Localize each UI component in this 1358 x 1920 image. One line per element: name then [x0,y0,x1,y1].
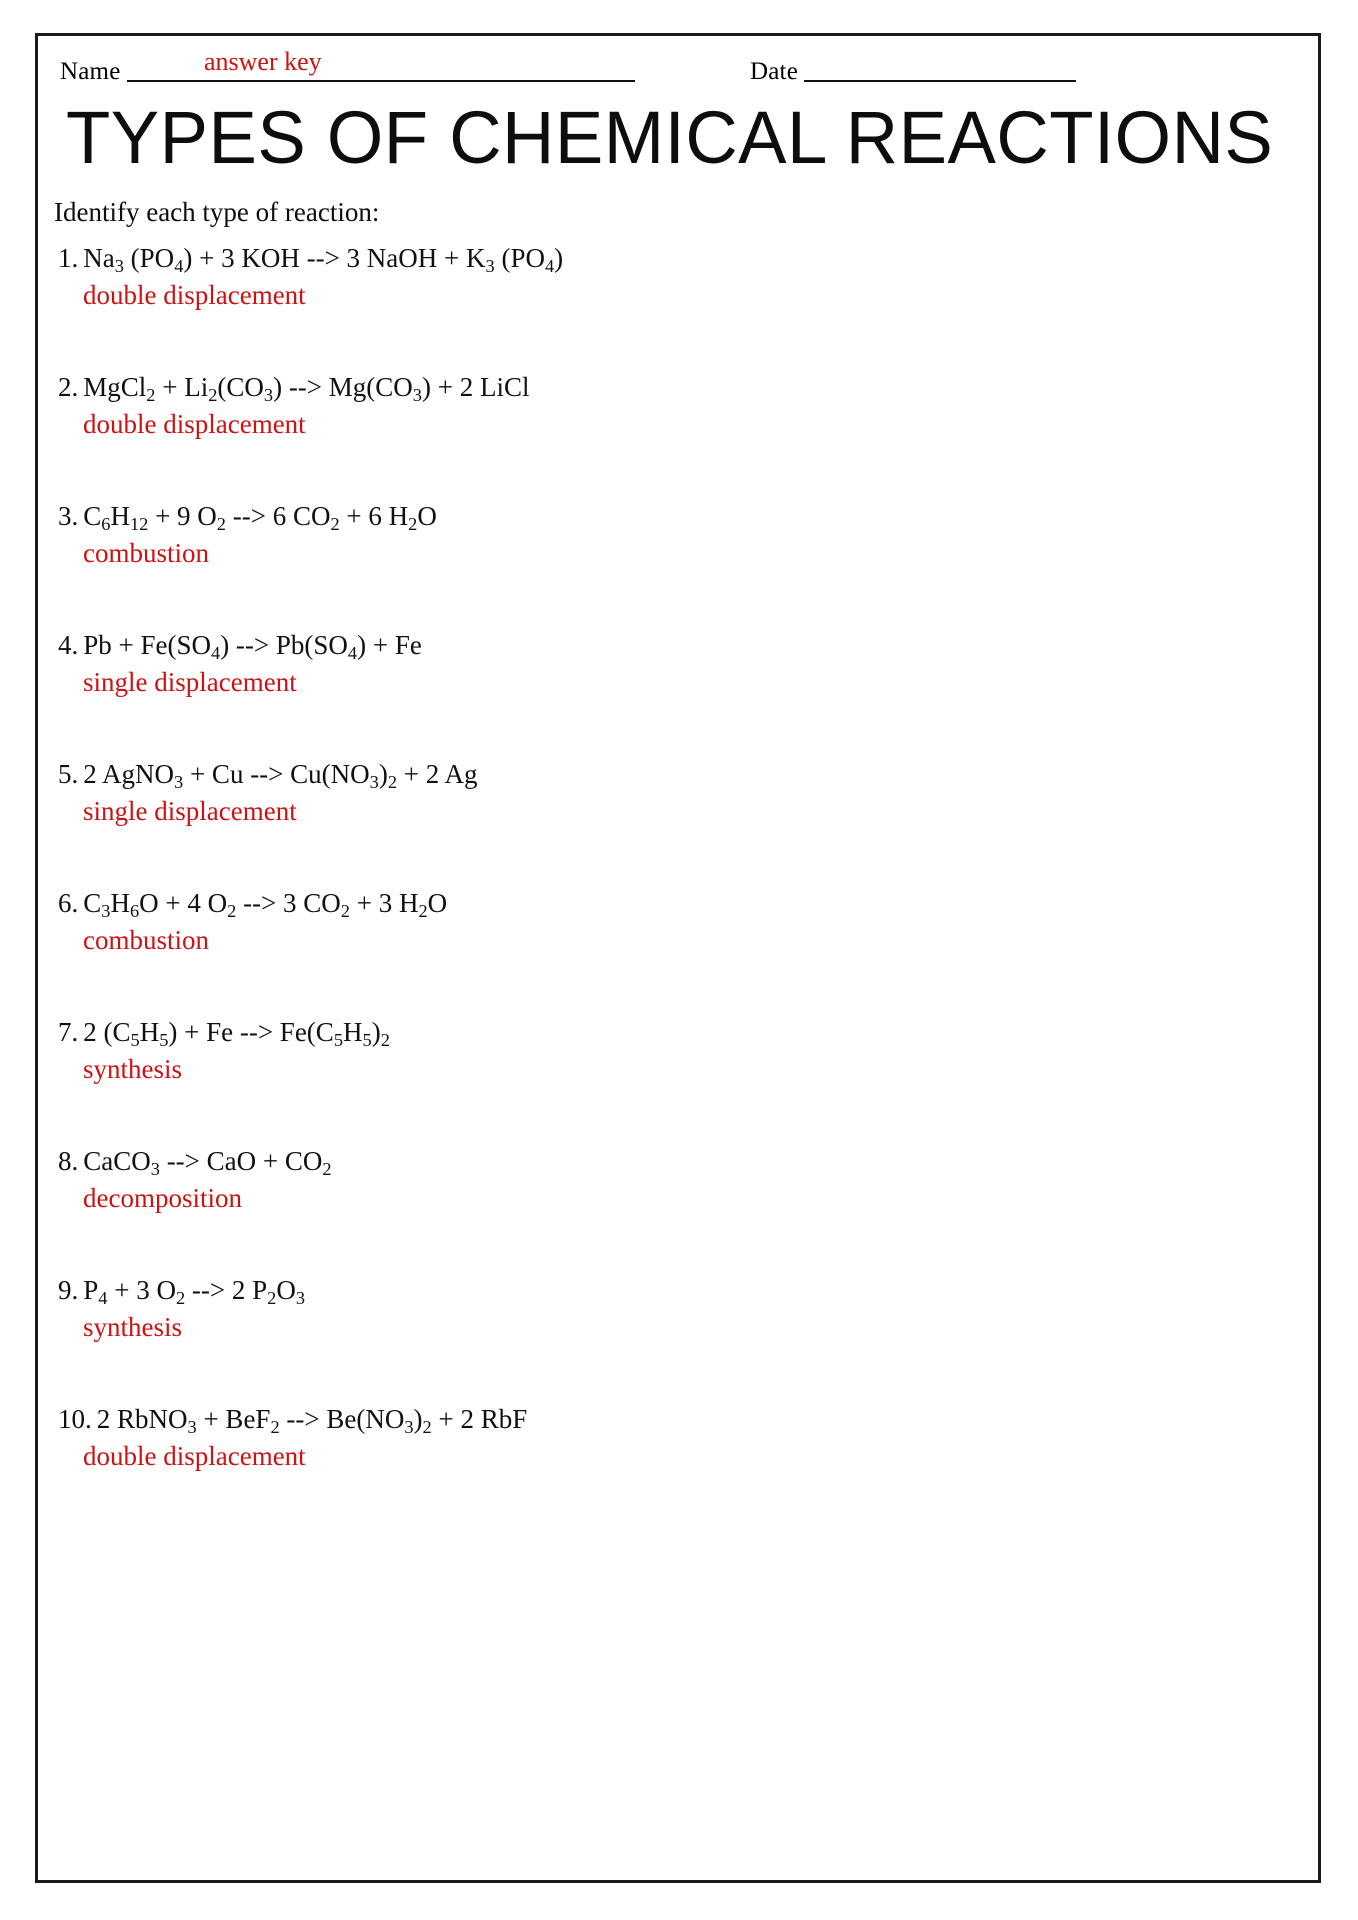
answer-text[interactable]: decomposition [83,1182,242,1214]
date-write-line[interactable] [804,80,1076,82]
page-title: TYPES OF CHEMICAL REACTIONS [66,96,1274,179]
equation-formula: 2 AgNO3 + Cu --> Cu(NO3)2 + 2 Ag [83,759,478,793]
answer-text[interactable]: combustion [83,924,209,956]
problem-number: 1. [58,243,79,273]
name-handwritten-value: answer key [204,47,322,76]
answer-text[interactable]: single displacement [83,666,297,698]
name-label: Name [60,58,121,85]
problem-equation: 2. MgCl2 + Li2(CO3) --> Mg(CO3) + 2 LiCl [58,370,529,404]
answer-text[interactable]: double displacement [83,408,306,440]
problem-number: 10. [58,1404,92,1434]
problem-number: 9. [58,1275,79,1305]
equation-formula: 2 RbNO3 + BeF2 --> Be(NO3)2 + 2 RbF [96,1404,528,1438]
problem-number: 6. [58,888,79,918]
problem-number: 4. [58,630,79,660]
problem-equation: 10. 2 RbNO3 + BeF2 --> Be(NO3)2 + 2 RbF [58,1402,527,1436]
problem-item: 10. 2 RbNO3 + BeF2 --> Be(NO3)2 + 2 RbF do… [38,1402,1318,1531]
name-write-line[interactable] [126,80,635,82]
problem-equation: 5. 2 AgNO3 + Cu --> Cu(NO3)2 + 2 Ag [58,757,478,791]
equation-formula: P4 + 3 O2 --> 2 P2O3 [83,1275,305,1309]
problem-item: 7. 2 (C5H5) + Fe --> Fe(C5H5)2 synthesis [38,1015,1318,1144]
worksheet-page: Name answer key Date TYPES OF CHEMICAL R… [35,33,1321,1883]
problem-number: 7. [58,1017,79,1047]
answer-text[interactable]: single displacement [83,795,297,827]
answer-text[interactable]: synthesis [83,1311,182,1343]
equation-formula: Na3 (PO4) + 3 KOH --> 3 NaOH + K3 (PO4) [83,243,564,277]
problem-item: 9. P4 + 3 O2 --> 2 P2O3 synthesis [38,1273,1318,1402]
name-field-group: Name answer key [60,48,635,86]
problem-equation: 9. P4 + 3 O2 --> 2 P2O3 [58,1273,305,1307]
problem-item: 1. Na3 (PO4) + 3 KOH --> 3 NaOH + K3 (PO4… [38,241,1318,370]
problem-number: 3. [58,501,79,531]
worksheet-content: Name answer key Date TYPES OF CHEMICAL R… [38,36,1318,1880]
date-label: Date [750,58,798,85]
problem-list: 1. Na3 (PO4) + 3 KOH --> 3 NaOH + K3 (PO4… [38,241,1318,1531]
problem-equation: 6. C3H6O + 4 O2 --> 3 CO2 + 3 H2O [58,886,447,920]
equation-formula: MgCl2 + Li2(CO3) --> Mg(CO3) + 2 LiCl [83,372,530,406]
instruction-text: Identify each type of reaction: [54,197,380,227]
equation-formula: C6H12 + 9 O2 --> 6 CO2 + 6 H2O [83,501,437,535]
problem-equation: 3. C6H12 + 9 O2 --> 6 CO2 + 6 H2O [58,499,437,533]
problem-equation: 1. Na3 (PO4) + 3 KOH --> 3 NaOH + K3 (PO4… [58,241,563,275]
problem-item: 2. MgCl2 + Li2(CO3) --> Mg(CO3) + 2 LiCl d… [38,370,1318,499]
problem-item: 5. 2 AgNO3 + Cu --> Cu(NO3)2 + 2 Ag single… [38,757,1318,886]
answer-text[interactable]: combustion [83,537,209,569]
problem-equation: 7. 2 (C5H5) + Fe --> Fe(C5H5)2 [58,1015,390,1049]
answer-text[interactable]: double displacement [83,279,306,311]
problem-item: 4. Pb + Fe(SO4) --> Pb(SO4) + Fe single di… [38,628,1318,757]
equation-formula: 2 (C5H5) + Fe --> Fe(C5H5)2 [83,1017,390,1051]
date-field-group: Date [750,58,1076,86]
equation-formula: CaCO3 --> CaO + CO2 [83,1146,332,1180]
problem-item: 6. C3H6O + 4 O2 --> 3 CO2 + 3 H2O combusti… [38,886,1318,1015]
problem-number: 2. [58,372,79,402]
answer-text[interactable]: double displacement [83,1440,306,1472]
problem-equation: 4. Pb + Fe(SO4) --> Pb(SO4) + Fe [58,628,422,662]
problem-item: 3. C6H12 + 9 O2 --> 6 CO2 + 6 H2O combusti… [38,499,1318,628]
equation-formula: C3H6O + 4 O2 --> 3 CO2 + 3 H2O [83,888,448,922]
problem-equation: 8. CaCO3 --> CaO + CO2 [58,1144,332,1178]
problem-item: 8. CaCO3 --> CaO + CO2 decomposition [38,1144,1318,1273]
answer-text[interactable]: synthesis [83,1053,182,1085]
problem-number: 5. [58,759,79,789]
equation-formula: Pb + Fe(SO4) --> Pb(SO4) + Fe [83,630,422,664]
problem-number: 8. [58,1146,79,1176]
